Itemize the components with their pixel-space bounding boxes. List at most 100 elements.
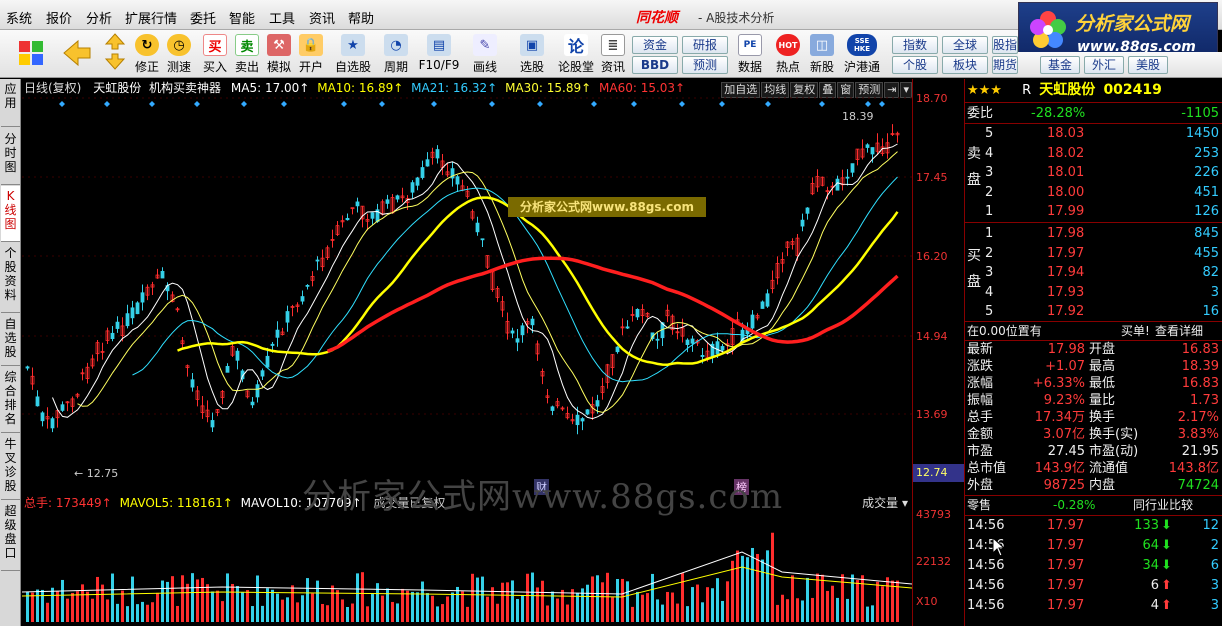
sell-button[interactable]: 卖卖出 [232, 32, 262, 76]
view-detail-link[interactable]: 查看详细 [1155, 322, 1203, 341]
event-marker-icon[interactable] [281, 101, 287, 107]
forex-button[interactable]: 外汇 [1084, 56, 1124, 74]
sidebar-super-panel[interactable]: 超级盘口 [1, 501, 20, 571]
event-marker-icon[interactable] [431, 101, 437, 107]
menu-extended-quotes[interactable]: 扩展行情 [125, 8, 177, 27]
order-book-row[interactable]: 4 17.93 3 [965, 283, 1222, 302]
chart-mode[interactable]: 日线(复权) [24, 81, 81, 95]
back-button[interactable] [60, 32, 94, 76]
event-marker-icon[interactable] [59, 101, 65, 107]
event-marker-icon[interactable] [591, 101, 597, 107]
kline-chart[interactable]: 日线(复权) 天虹股份 机构买卖神器 MA5: 17.00↑ MA10: 16.… [22, 79, 912, 626]
event-marker-icon[interactable] [149, 101, 155, 107]
event-marker-icon[interactable] [719, 101, 725, 107]
stock-picker-button[interactable]: ▣ 选股 [514, 32, 550, 76]
speed-test-button[interactable]: ◷ 测速 [164, 32, 194, 76]
order-book-row[interactable]: 5 17.92 16 [965, 302, 1222, 321]
order-book-row[interactable]: 3 18.01 226 [965, 163, 1222, 182]
sidebar-diagnosis[interactable]: 牛叉诊股 [1, 434, 20, 500]
sidebar-stock-info[interactable]: 个股资料 [1, 243, 20, 313]
f10-button[interactable]: ▤ F10/F9 [418, 32, 460, 76]
up-down-buttons[interactable] [102, 32, 128, 76]
menu-tools[interactable]: 工具 [269, 8, 295, 27]
forecast-button[interactable]: 预测 [682, 56, 728, 74]
menu-smart[interactable]: 智能 [229, 8, 255, 27]
ma-button[interactable]: 均线 [761, 82, 790, 98]
order-book-row[interactable]: 2 18.00 451 [965, 183, 1222, 202]
event-marker-icon[interactable] [765, 101, 771, 107]
volume-bar [191, 573, 194, 622]
research-button[interactable]: 研报 [682, 36, 728, 54]
hotspot-button[interactable]: HOT 热点 [772, 32, 804, 76]
ipo-button[interactable]: ◫ 新股 [806, 32, 838, 76]
draw-line-button[interactable]: ✎ 画线 [466, 32, 504, 76]
funds-button[interactable]: 资金 [632, 36, 678, 54]
quote-value: 143.9亿 [1034, 461, 1085, 476]
event-marker-icon[interactable] [241, 101, 247, 107]
event-marker-icon[interactable] [341, 101, 347, 107]
sidebar-kline[interactable]: K线图 [1, 186, 20, 242]
global-button[interactable]: 全球 [942, 36, 988, 54]
event-marker-icon[interactable] [631, 101, 637, 107]
event-marker-icon[interactable] [865, 101, 871, 107]
order-book-row[interactable]: 1 17.99 126 [965, 202, 1222, 221]
sector-button[interactable]: 板块 [942, 56, 988, 74]
order-book-row[interactable]: 1 17.98 845 [965, 224, 1222, 243]
fund-button[interactable]: 基金 [1040, 56, 1080, 74]
order-book-row[interactable]: 4 18.02 253 [965, 144, 1222, 163]
event-marker-icon[interactable] [537, 101, 543, 107]
event-marker-icon[interactable] [679, 101, 685, 107]
hk-connect-button[interactable]: SSE HKE 沪港通 [840, 32, 884, 76]
menu-order[interactable]: 委托 [190, 8, 216, 27]
event-marker-icon[interactable] [104, 101, 110, 107]
candle-body [385, 199, 390, 204]
volume-select[interactable]: 成交量 ▾ [862, 494, 908, 512]
industry-compare-link[interactable]: 同行业比较 [1133, 496, 1193, 515]
event-marker-icon[interactable] [194, 101, 200, 107]
correct-button[interactable]: ↻ 修正 [132, 32, 162, 76]
arrow-down-icon[interactable] [104, 53, 126, 71]
menu-help[interactable]: 帮助 [348, 8, 374, 27]
predict-button[interactable]: 预测 [855, 82, 884, 98]
menu-system[interactable]: 系统 [6, 8, 32, 27]
sidebar-timeshare[interactable]: 分时图 [1, 129, 20, 185]
adjust-button[interactable]: 复权 [790, 82, 819, 98]
order-book-row[interactable]: 2 17.97 455 [965, 244, 1222, 263]
event-marker-icon[interactable] [379, 101, 385, 107]
menu-quote[interactable]: 报价 [46, 8, 72, 27]
dropdown-icon[interactable]: ▾ [900, 82, 912, 98]
menu-analysis[interactable]: 分析 [86, 8, 112, 27]
candle-body [655, 338, 660, 341]
news-button[interactable]: ≣ 资讯 [598, 32, 628, 76]
index-button[interactable]: 指数 [892, 36, 938, 54]
window-button[interactable]: 窗 [837, 82, 855, 98]
layout-button[interactable] [14, 32, 48, 76]
add-watch-button[interactable]: 加自选 [721, 82, 761, 98]
watchlist-button[interactable]: ★ 自选股 [334, 32, 372, 76]
period-button[interactable]: ◔ 周期 [378, 32, 414, 76]
chart-indicator-name[interactable]: 机构买卖神器 [149, 81, 221, 95]
us-stock-button[interactable]: 美股 [1128, 56, 1168, 74]
event-marker-icon[interactable] [489, 101, 495, 107]
individual-stock-button[interactable]: 个股 [892, 56, 938, 74]
stock-index-button[interactable]: 股指 [992, 36, 1018, 54]
data-button[interactable]: PE 数据 [734, 32, 766, 76]
event-marker-icon[interactable] [879, 101, 885, 107]
forum-button[interactable]: 论论股堂 [556, 32, 596, 76]
futures-button[interactable]: 期货 [992, 56, 1018, 74]
buy-button[interactable]: 买买入 [200, 32, 230, 76]
event-marker-icon[interactable] [819, 101, 825, 107]
sidebar-ranking[interactable]: 综合排名 [1, 367, 20, 433]
open-account-button[interactable]: 🔒 开户 [296, 32, 326, 76]
sidebar-app[interactable]: 应用 [1, 79, 20, 127]
bbd-button[interactable]: BBD [632, 56, 678, 74]
order-book-row[interactable]: 3 17.94 82 [965, 263, 1222, 282]
pin-icon[interactable]: ⇥ [884, 82, 900, 98]
menu-info[interactable]: 资讯 [309, 8, 335, 27]
overlay-button[interactable]: 叠 [819, 82, 837, 98]
arrow-up-icon[interactable] [104, 32, 126, 50]
order-book-row[interactable]: 5 18.03 1450 [965, 124, 1222, 143]
simulate-button[interactable]: ⚒ 模拟 [264, 32, 294, 76]
sidebar-watchlist[interactable]: 自选股 [1, 314, 20, 366]
buy-order-link[interactable]: 买单! [1121, 322, 1150, 341]
